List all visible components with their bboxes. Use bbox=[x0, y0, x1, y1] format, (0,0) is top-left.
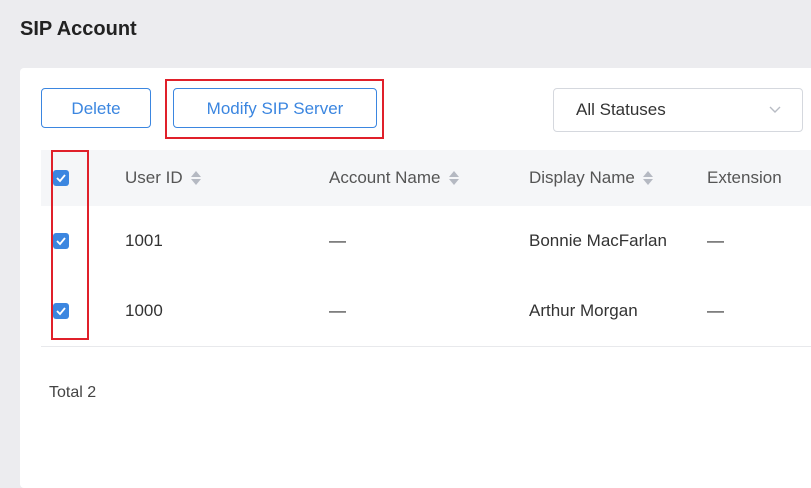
check-icon bbox=[56, 237, 66, 246]
column-header-account-name[interactable]: Account Name bbox=[329, 150, 459, 206]
column-header-user-id[interactable]: User ID bbox=[125, 150, 201, 206]
sort-icon[interactable] bbox=[190, 171, 201, 185]
sort-icon[interactable] bbox=[642, 171, 653, 185]
sip-account-panel: Delete Modify SIP Server All Statuses Us… bbox=[20, 68, 811, 488]
sort-icon[interactable] bbox=[448, 171, 459, 185]
row-checkbox[interactable] bbox=[53, 233, 69, 249]
column-label: User ID bbox=[125, 168, 183, 187]
status-filter-select[interactable]: All Statuses bbox=[553, 88, 803, 132]
check-icon bbox=[56, 307, 66, 316]
page-title: SIP Account bbox=[20, 18, 137, 40]
table-header: User ID Account Name Display Name Extens… bbox=[41, 150, 811, 206]
user-id-cell: 1000 bbox=[125, 301, 163, 320]
row-check-cell bbox=[53, 206, 69, 276]
modify-sip-server-button[interactable]: Modify SIP Server bbox=[173, 88, 377, 128]
total-count: Total 2 bbox=[49, 384, 97, 401]
row-check-cell bbox=[53, 276, 69, 346]
table-row[interactable]: 1001 — Bonnie MacFarlan — bbox=[41, 206, 811, 277]
column-label: Extension bbox=[707, 168, 782, 187]
status-filter-value: All Statuses bbox=[576, 100, 666, 119]
extension-cell: — bbox=[707, 231, 724, 250]
select-all-cell bbox=[53, 150, 69, 206]
column-header-extension[interactable]: Extension bbox=[707, 150, 782, 206]
delete-button[interactable]: Delete bbox=[41, 88, 151, 128]
table-row[interactable]: 1000 — Arthur Morgan — bbox=[41, 276, 811, 347]
chevron-down-icon bbox=[769, 106, 781, 113]
column-label: Account Name bbox=[329, 168, 441, 187]
row-checkbox[interactable] bbox=[53, 303, 69, 319]
check-icon bbox=[56, 174, 66, 183]
display-name-cell: Bonnie MacFarlan bbox=[529, 231, 667, 250]
column-label: Display Name bbox=[529, 168, 635, 187]
account-name-cell: — bbox=[329, 301, 346, 320]
user-id-cell: 1001 bbox=[125, 231, 163, 250]
display-name-cell: Arthur Morgan bbox=[529, 301, 638, 320]
account-name-cell: — bbox=[329, 231, 346, 250]
column-header-display-name[interactable]: Display Name bbox=[529, 150, 653, 206]
select-all-checkbox[interactable] bbox=[53, 170, 69, 186]
extension-cell: — bbox=[707, 301, 724, 320]
